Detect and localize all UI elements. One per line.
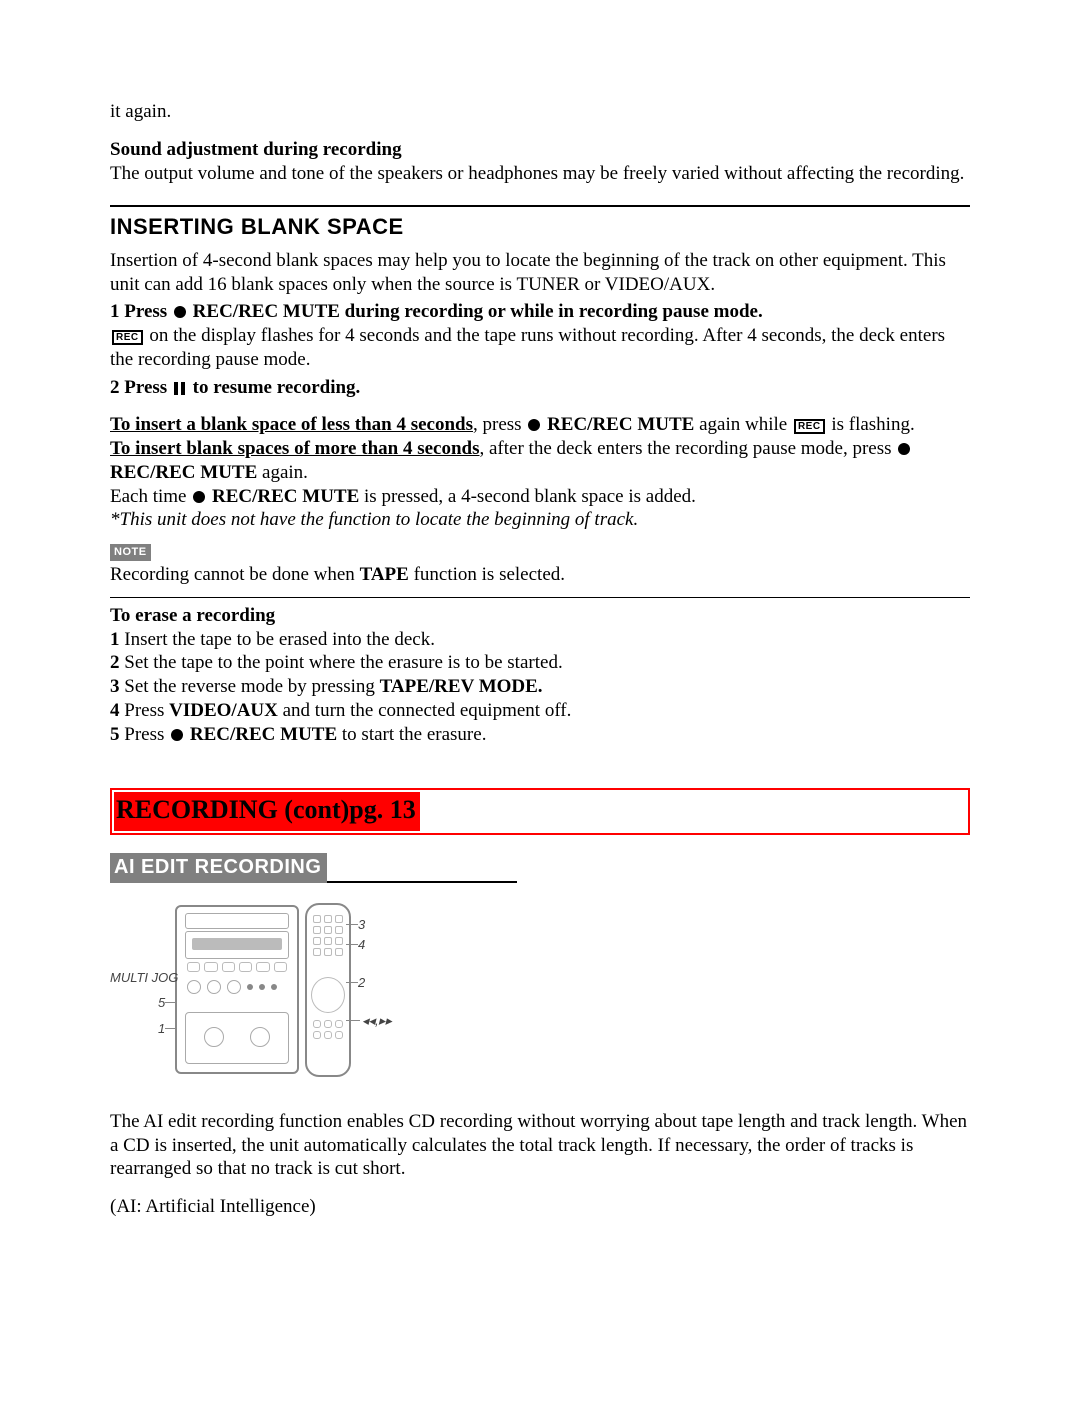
sound-adjust-heading: Sound adjustment during recording bbox=[110, 139, 402, 160]
sub-divider bbox=[110, 597, 970, 598]
pause-icon bbox=[174, 382, 186, 395]
callout-1: 1 bbox=[158, 1021, 165, 1037]
erase-5a: Press bbox=[124, 724, 169, 745]
erase-heading: To erase a recording bbox=[110, 605, 275, 626]
ai-definition: (AI: Artificial Intelligence) bbox=[110, 1195, 970, 1219]
ai-edit-body: The AI edit recording function enables C… bbox=[110, 1110, 970, 1181]
more-c: REC/REC MUTE bbox=[110, 462, 257, 483]
step2-rest: to resume recording. bbox=[193, 377, 361, 398]
record-dot-icon bbox=[898, 443, 910, 455]
recording-cont-label: RECORDING (cont)pg. 13 bbox=[114, 792, 420, 831]
record-dot-icon bbox=[528, 419, 540, 431]
less-c: REC/REC MUTE bbox=[547, 414, 694, 435]
ai-edit-heading-row: AI EDIT RECORDING bbox=[110, 853, 970, 883]
callout-multi-jog: MULTI JOG bbox=[110, 970, 178, 986]
note-a: Recording cannot be done when bbox=[110, 564, 360, 585]
less-d: again while bbox=[699, 414, 792, 435]
remote-control-icon bbox=[305, 903, 351, 1077]
more-than-4-label: To insert blank spaces of more than 4 se… bbox=[110, 438, 480, 459]
record-dot-icon bbox=[174, 306, 186, 318]
prev-page-fragment: it again. bbox=[110, 100, 970, 124]
step1-desc: on the display flashes for 4 seconds and… bbox=[110, 325, 945, 370]
erase-5b: REC/REC MUTE bbox=[190, 724, 337, 745]
erase-1n: 1 bbox=[110, 629, 120, 650]
callout-2: 2 bbox=[358, 975, 365, 991]
note-tape: TAPE bbox=[360, 564, 409, 585]
step1-rest: REC/REC MUTE during recording or while i… bbox=[193, 301, 763, 322]
note-c: function is selected. bbox=[414, 564, 565, 585]
inserting-blank-heading: INSERTING BLANK SPACE bbox=[110, 213, 970, 241]
rec-indicator-icon: REC bbox=[112, 330, 143, 345]
erase-5c: to start the erasure. bbox=[342, 724, 487, 745]
page-break-box: RECORDING (cont)pg. 13 bbox=[110, 788, 970, 835]
record-dot-icon bbox=[193, 491, 205, 503]
less-than-4-label: To insert a blank space of less than 4 s… bbox=[110, 414, 473, 435]
erase-4b: VIDEO/AUX bbox=[169, 700, 278, 721]
erase-3b: TAPE/REV MODE. bbox=[380, 676, 543, 697]
callout-4: 4 bbox=[358, 937, 365, 953]
erase-2: Set the tape to the point where the eras… bbox=[124, 652, 562, 673]
erase-3a: Set the reverse mode by pressing bbox=[124, 676, 379, 697]
erase-4c: and turn the connected equipment off. bbox=[283, 700, 572, 721]
heading-underline bbox=[327, 853, 517, 883]
step2-press: 2 Press bbox=[110, 377, 172, 398]
erase-4n: 4 bbox=[110, 700, 120, 721]
each-b: REC/REC MUTE bbox=[212, 486, 359, 507]
main-unit-icon bbox=[175, 905, 299, 1074]
record-dot-icon bbox=[171, 729, 183, 741]
erase-5n: 5 bbox=[110, 724, 120, 745]
blank-intro: Insertion of 4-second blank spaces may h… bbox=[110, 249, 970, 297]
note-badge-icon: NOTE bbox=[110, 544, 151, 561]
footnote-no-locate: *This unit does not have the function to… bbox=[110, 509, 638, 530]
less-b: , press bbox=[473, 414, 526, 435]
more-b: , after the deck enters the recording pa… bbox=[480, 438, 897, 459]
callout-transport: ◂◂,▸▸ bbox=[362, 1013, 392, 1029]
each-a: Each time bbox=[110, 486, 191, 507]
erase-3n: 3 bbox=[110, 676, 120, 697]
step1-press: 1 Press bbox=[110, 301, 172, 322]
callout-3: 3 bbox=[358, 917, 365, 933]
ai-edit-heading: AI EDIT RECORDING bbox=[110, 853, 327, 883]
erase-2n: 2 bbox=[110, 652, 120, 673]
device-diagram: MULTI JOG 3 4 2 ◂◂,▸▸ 5 1 bbox=[110, 895, 410, 1090]
rec-indicator-icon: REC bbox=[794, 419, 825, 434]
sound-adjust-body: The output volume and tone of the speake… bbox=[110, 163, 964, 184]
section-divider bbox=[110, 205, 970, 207]
less-f: is flashing. bbox=[831, 414, 914, 435]
each-c: is pressed, a 4-second blank space is ad… bbox=[364, 486, 696, 507]
erase-4a: Press bbox=[124, 700, 169, 721]
more-d: again. bbox=[262, 462, 308, 483]
callout-5: 5 bbox=[158, 995, 165, 1011]
erase-1: Insert the tape to be erased into the de… bbox=[124, 629, 435, 650]
